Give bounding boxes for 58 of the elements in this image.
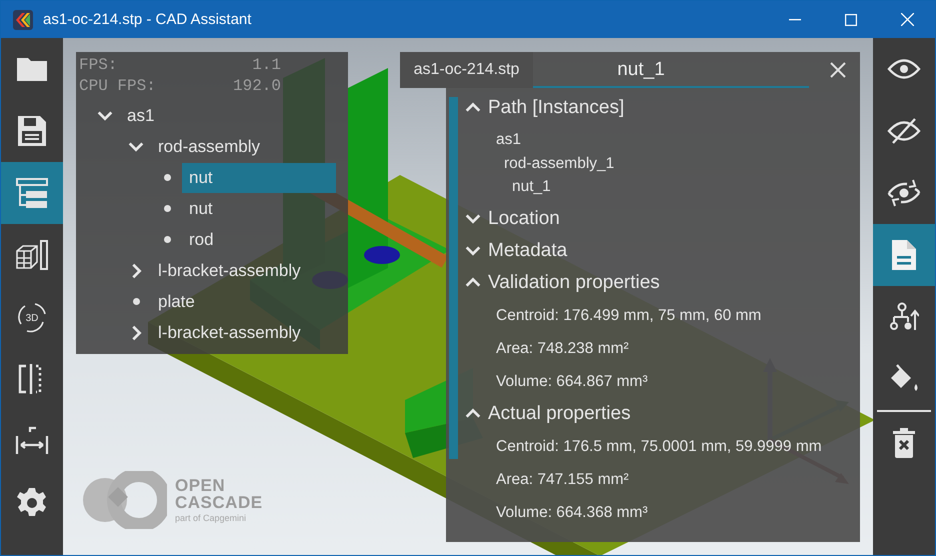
minimize-icon bbox=[789, 18, 801, 20]
settings-icon bbox=[16, 487, 48, 519]
logo-text: CASCADE bbox=[175, 494, 263, 511]
hierarchy-icon bbox=[889, 302, 919, 332]
fps-value: 1.1 bbox=[252, 55, 281, 76]
property-line: Area: 748.238 mm² bbox=[495, 338, 630, 358]
bullet-icon bbox=[164, 236, 170, 243]
document-icon bbox=[891, 239, 917, 271]
section-header[interactable]: Location bbox=[458, 202, 860, 234]
cube-grid-icon bbox=[15, 239, 49, 271]
trash-icon bbox=[892, 428, 916, 458]
fps-value: 192.0 bbox=[232, 76, 281, 97]
section-header[interactable]: Validation properties bbox=[458, 266, 860, 298]
property-line: Centroid: 176.499 mm, 75 mm, 60 mm bbox=[495, 306, 762, 326]
document-tab[interactable]: as1-oc-214.stp bbox=[400, 52, 533, 88]
path-item: as1 bbox=[496, 131, 521, 148]
maximize-icon bbox=[845, 14, 857, 26]
logo-tagline: part of Capgemini bbox=[175, 513, 248, 523]
bullet-icon bbox=[164, 205, 170, 212]
save-icon bbox=[17, 115, 47, 147]
eye-slash-icon bbox=[887, 117, 921, 145]
tree-item[interactable]: nut bbox=[182, 162, 336, 192]
fps-label: CPU FPS: bbox=[79, 76, 156, 97]
tree-list-icon bbox=[16, 178, 48, 208]
tree-item[interactable]: as1 bbox=[120, 100, 162, 130]
logo-icon bbox=[81, 471, 167, 529]
property-line: Centroid: 176.5 mm, 75.0001 mm, 59.9999 mm bbox=[495, 436, 823, 456]
toolbar-button[interactable] bbox=[873, 224, 935, 286]
properties-title: nut_1 bbox=[616, 58, 666, 82]
tree-item[interactable]: rod bbox=[182, 224, 221, 254]
folder-icon bbox=[15, 55, 49, 83]
toolbar-button[interactable] bbox=[1, 162, 63, 224]
measure-icon bbox=[15, 426, 49, 456]
property-line: Area: 747.155 mm² bbox=[495, 470, 630, 490]
tree-item[interactable]: nut bbox=[182, 194, 220, 224]
property-line: Volume: 664.368 mm³ bbox=[495, 502, 649, 522]
eye-cycle-icon bbox=[887, 179, 921, 207]
bullet-icon bbox=[164, 174, 170, 181]
logo-text: OPEN bbox=[175, 477, 226, 494]
close-icon bbox=[830, 62, 846, 78]
scrollbar[interactable] bbox=[449, 97, 458, 459]
bullet-icon bbox=[132, 298, 140, 305]
tree-item[interactable]: rod-assembly bbox=[151, 132, 268, 162]
property-line: Volume: 664.867 mm³ bbox=[495, 372, 649, 392]
path-item: rod-assembly_1 bbox=[504, 154, 614, 172]
toolbar-button[interactable]: 3D bbox=[1, 286, 63, 348]
fps-label: FPS: bbox=[79, 55, 118, 76]
section-header[interactable]: Actual properties bbox=[458, 398, 860, 430]
tree-item[interactable]: l-bracket-assembly bbox=[151, 318, 308, 348]
tree-item[interactable]: plate bbox=[151, 286, 202, 316]
section-header[interactable]: Metadata bbox=[458, 234, 860, 266]
tree-item[interactable]: l-bracket-assembly bbox=[151, 256, 308, 286]
window-title: as1-oc-214.stp - CAD Assistant bbox=[43, 11, 252, 28]
path-item: nut_1 bbox=[512, 178, 551, 195]
eye-icon bbox=[887, 58, 921, 80]
app-logo-icon bbox=[13, 10, 33, 30]
section-header[interactable]: Path [Instances] bbox=[458, 92, 860, 124]
close-icon bbox=[900, 13, 914, 26]
